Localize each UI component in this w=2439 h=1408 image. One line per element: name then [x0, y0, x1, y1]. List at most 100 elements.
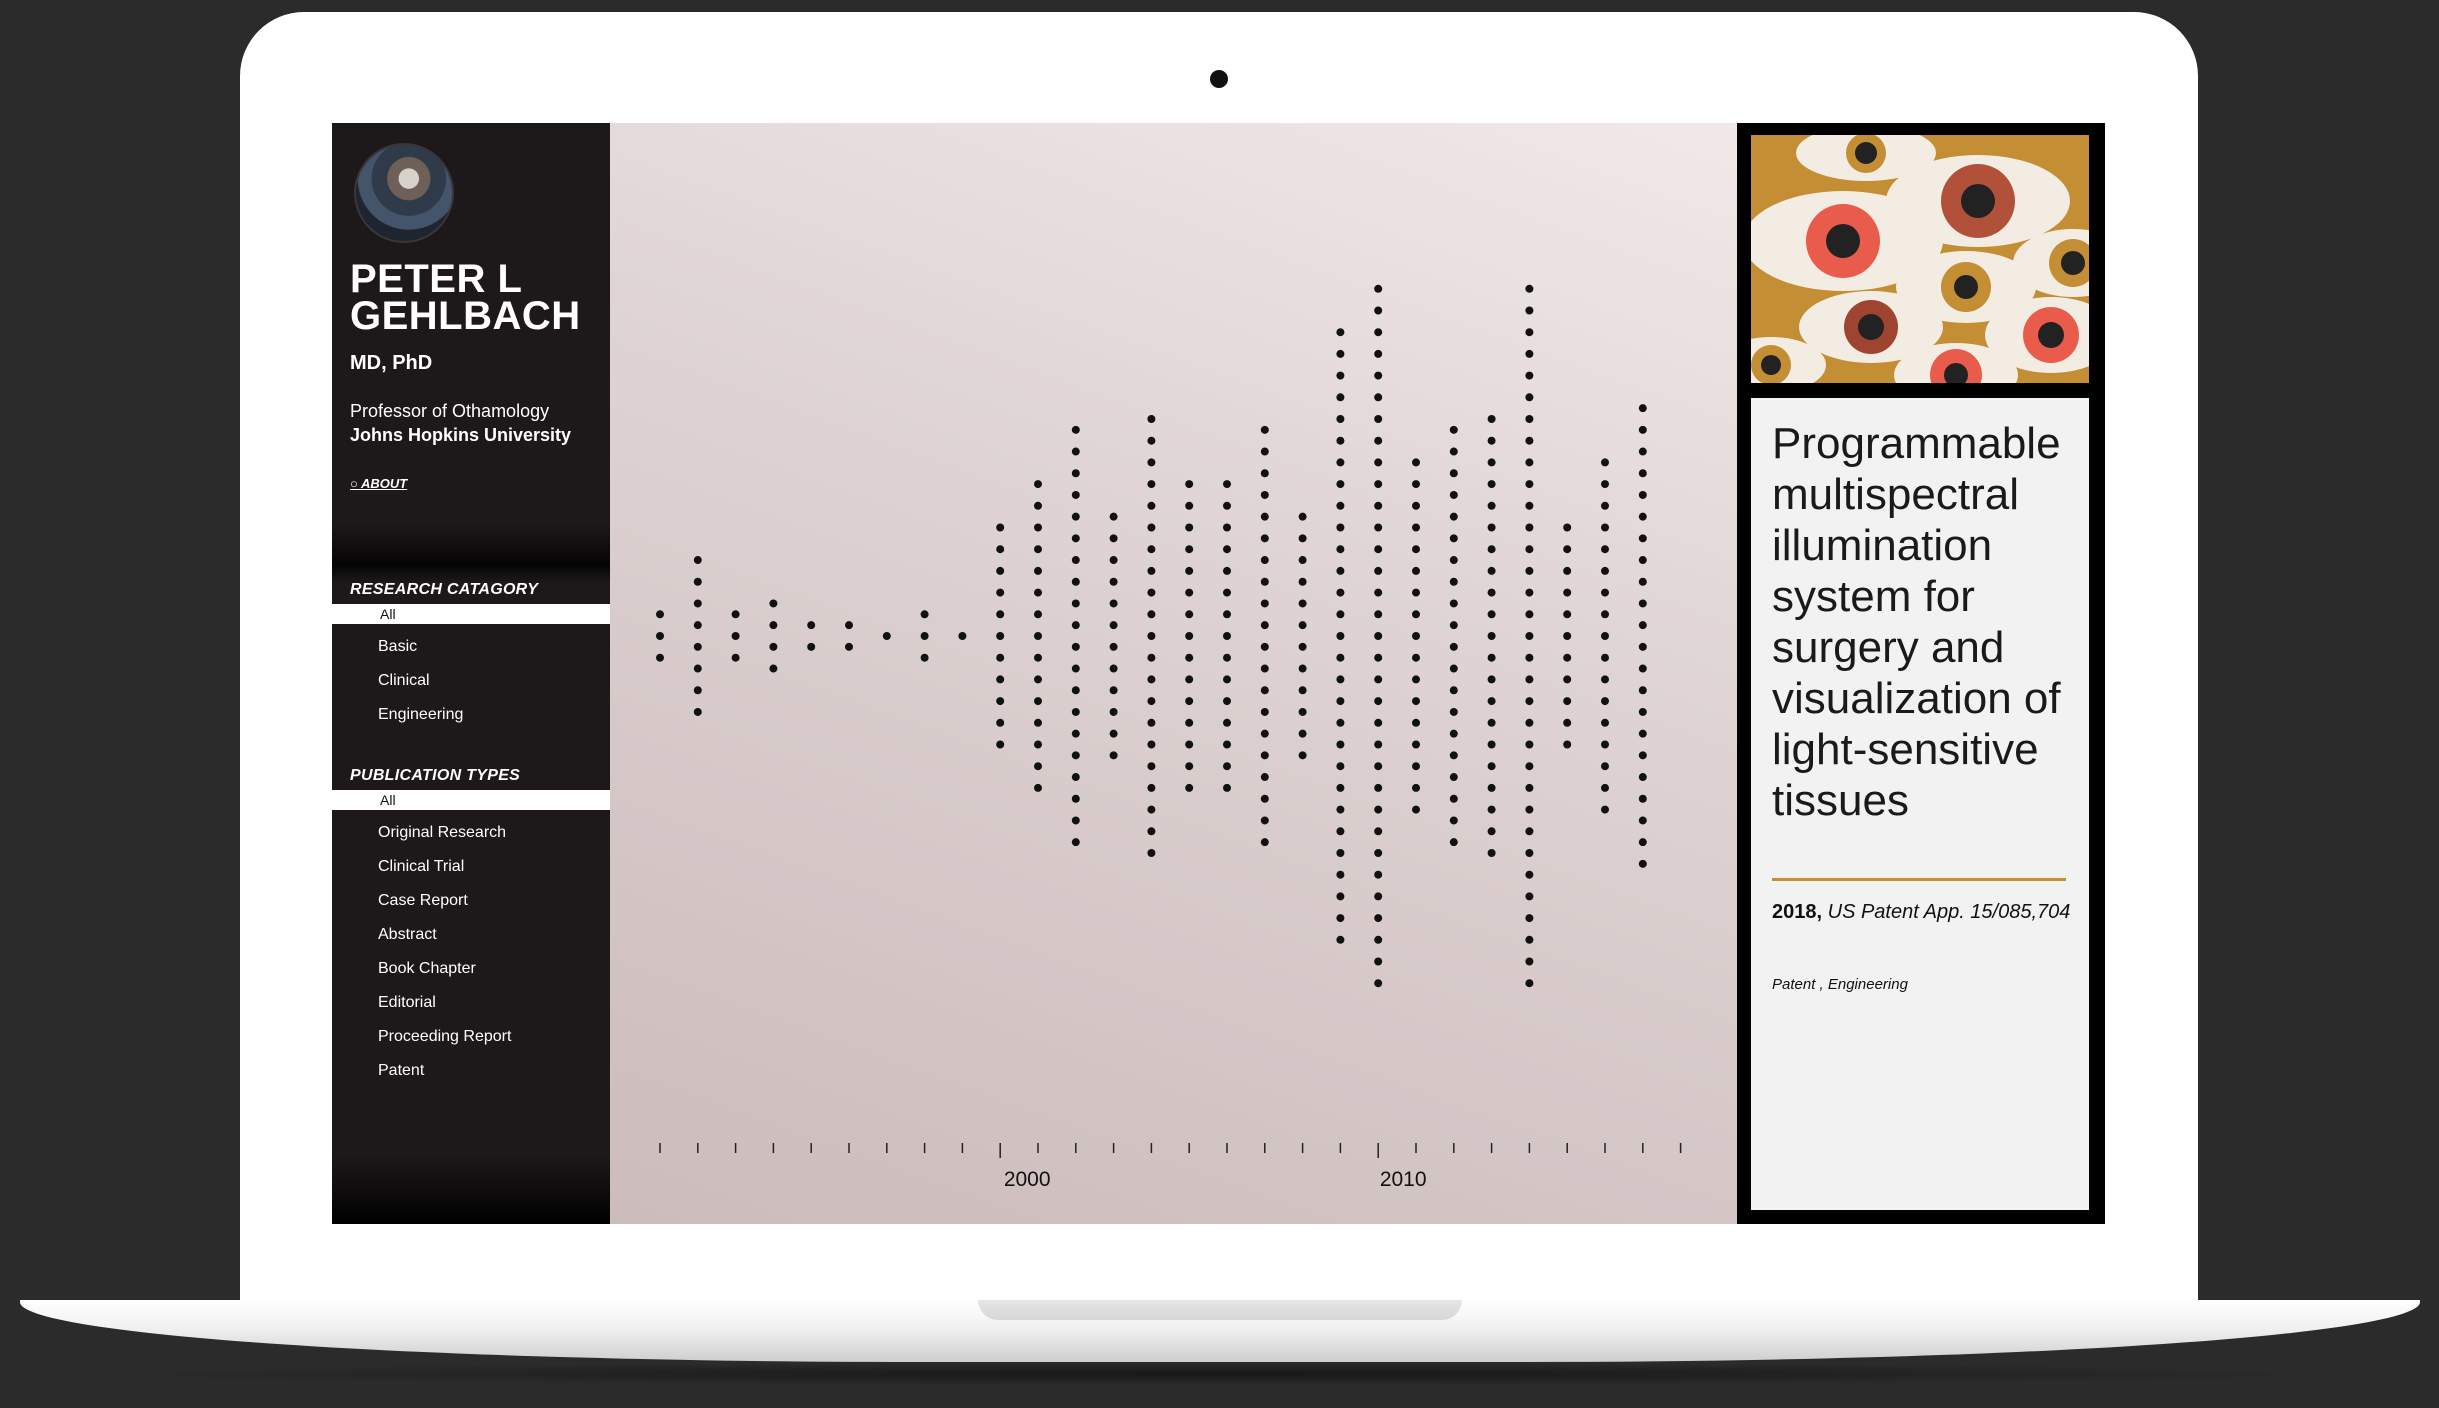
publication-dot[interactable] — [1449, 794, 1458, 803]
publication-dot[interactable] — [1185, 697, 1194, 706]
publication-dot[interactable] — [1638, 686, 1647, 695]
publication-dot[interactable] — [1185, 566, 1194, 575]
about-link[interactable]: ○ ABOUT — [350, 476, 407, 491]
publication-dot[interactable] — [1374, 762, 1383, 771]
publication-dot[interactable] — [1260, 664, 1269, 673]
publication-dot[interactable] — [1298, 642, 1307, 651]
publication-dot[interactable] — [1260, 729, 1269, 738]
publication-dot[interactable] — [1109, 686, 1118, 695]
publication-dot[interactable] — [1147, 610, 1156, 619]
publication-dot[interactable] — [1487, 523, 1496, 532]
publication-dot[interactable] — [1638, 599, 1647, 608]
publication-dot[interactable] — [1374, 588, 1383, 597]
publication-dot[interactable] — [845, 621, 853, 630]
research-filter-engineering[interactable]: Engineering — [378, 706, 463, 724]
publication-dot[interactable] — [769, 599, 778, 608]
publication-dot[interactable] — [693, 642, 702, 651]
publication-dot[interactable] — [1525, 653, 1534, 662]
publication-dot[interactable] — [1034, 675, 1042, 684]
publication-dot[interactable] — [1525, 588, 1534, 597]
publication-dot[interactable] — [1487, 501, 1496, 510]
publication-dot[interactable] — [1638, 642, 1647, 651]
publication-dot[interactable] — [1336, 718, 1345, 727]
publication-dot[interactable] — [1525, 349, 1534, 358]
publication-dot[interactable] — [1449, 838, 1458, 847]
publication-dot[interactable] — [1260, 686, 1269, 695]
publication-dot[interactable] — [693, 707, 702, 716]
publication-dot[interactable] — [1563, 632, 1572, 640]
publication-dot[interactable] — [1487, 610, 1496, 619]
publication-dot[interactable] — [1638, 534, 1647, 543]
publication-dot[interactable] — [693, 577, 702, 586]
publication-dot[interactable] — [1374, 805, 1383, 814]
publication-dot[interactable] — [1374, 501, 1383, 510]
publication-dot[interactable] — [1412, 523, 1420, 532]
publication-dot[interactable] — [1260, 469, 1269, 478]
publication-dot[interactable] — [1147, 697, 1156, 706]
publication-dot[interactable] — [1071, 729, 1080, 738]
publication-dot[interactable] — [1638, 707, 1647, 716]
publication-dot[interactable] — [1525, 740, 1534, 749]
publication-dot[interactable] — [769, 621, 778, 630]
publication-dot[interactable] — [1147, 458, 1156, 467]
publication-dot[interactable] — [1298, 751, 1307, 760]
publication-dot[interactable] — [1374, 653, 1383, 662]
publication-dot[interactable] — [1147, 545, 1156, 554]
publication-dot[interactable] — [1525, 935, 1534, 944]
publication-dot[interactable] — [1260, 621, 1269, 630]
publication-dot[interactable] — [1374, 892, 1383, 901]
publication-dot[interactable] — [1034, 740, 1042, 749]
publication-dot[interactable] — [1487, 697, 1496, 706]
publication-dot[interactable] — [1298, 686, 1307, 695]
publication-dot[interactable] — [1601, 762, 1609, 771]
publication-dot[interactable] — [1109, 729, 1118, 738]
publication-dot[interactable] — [1109, 534, 1118, 543]
publication-dot[interactable] — [1071, 838, 1080, 847]
publication-dot[interactable] — [1638, 512, 1647, 521]
publication-dot[interactable] — [1601, 718, 1609, 727]
publication-dot[interactable] — [731, 653, 740, 662]
publication-dot[interactable] — [1638, 773, 1647, 782]
publication-dot[interactable] — [1260, 490, 1269, 499]
publication-dot[interactable] — [1374, 393, 1383, 402]
publication-dot[interactable] — [1260, 794, 1269, 803]
publication-dot[interactable] — [1336, 415, 1345, 423]
publication-dot[interactable] — [1260, 751, 1269, 760]
publication-dot[interactable] — [1109, 556, 1118, 565]
publication-dot[interactable] — [1374, 914, 1383, 923]
publication-dot[interactable] — [1260, 425, 1269, 434]
publication-dot[interactable] — [1336, 805, 1345, 814]
publication-dot[interactable] — [996, 545, 1005, 554]
publication-dot[interactable] — [1336, 588, 1345, 597]
publication-dot[interactable] — [1298, 556, 1307, 565]
publication-dot[interactable] — [1336, 697, 1345, 706]
publication-filter-case-report[interactable]: Case Report — [378, 892, 468, 910]
publication-dot[interactable] — [1185, 610, 1194, 619]
publication-dot[interactable] — [1185, 632, 1194, 640]
publication-dot[interactable] — [1034, 545, 1042, 554]
publication-dot[interactable] — [656, 653, 664, 662]
publication-dot[interactable] — [1487, 415, 1496, 423]
publication-dot[interactable] — [1071, 707, 1080, 716]
publication-dot[interactable] — [1449, 621, 1458, 630]
publication-dot[interactable] — [1374, 415, 1383, 423]
publication-dot[interactable] — [1185, 480, 1194, 489]
publication-dot[interactable] — [1071, 556, 1080, 565]
publication-dot[interactable] — [1034, 653, 1042, 662]
publication-dot[interactable] — [1336, 523, 1345, 532]
publication-dot[interactable] — [1336, 371, 1345, 380]
publication-dot[interactable] — [1374, 566, 1383, 575]
publication-dot[interactable] — [1412, 545, 1420, 554]
publication-dot[interactable] — [1336, 892, 1345, 901]
publication-dot[interactable] — [1525, 328, 1534, 337]
publication-dot[interactable] — [1374, 284, 1383, 293]
publication-dot[interactable] — [1071, 686, 1080, 695]
publication-dot[interactable] — [1071, 773, 1080, 782]
publication-dot[interactable] — [1298, 707, 1307, 716]
publication-dot[interactable] — [1525, 827, 1534, 836]
publication-dot[interactable] — [1449, 729, 1458, 738]
publication-dot[interactable] — [920, 653, 929, 662]
publication-dot[interactable] — [996, 588, 1005, 597]
publication-dot[interactable] — [1487, 632, 1496, 640]
publication-dot[interactable] — [1374, 480, 1383, 489]
